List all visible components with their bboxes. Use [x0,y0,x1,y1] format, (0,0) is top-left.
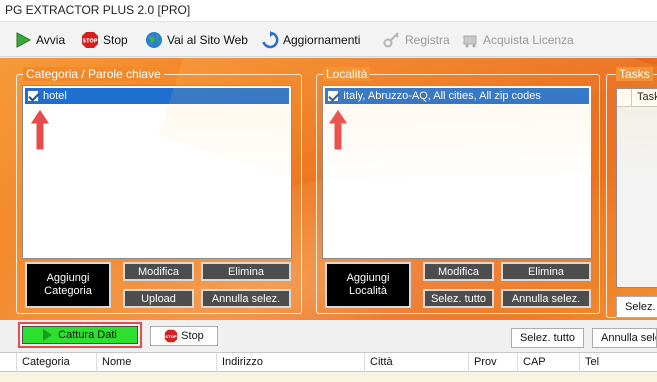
cart-icon [461,31,479,49]
elimina-categoria-button[interactable]: Elimina [201,262,291,281]
cattura-dati-label: Cattura Dati [58,329,117,341]
stop-capture-label: Stop [181,330,204,342]
tasks-list[interactable]: Task [616,88,657,288]
checkbox-checked[interactable] [327,90,339,102]
annulla-selez-localita-button[interactable]: Annulla selez. [501,289,591,308]
upload-button[interactable]: Upload [123,289,194,308]
localita-group-title: Località [323,67,371,81]
column-header[interactable]: Tel [579,353,657,373]
window-title: PG EXTRACTOR PLUS 2.0 [PRO] [0,0,657,22]
stop-sign-icon: STOP [81,31,99,49]
list-item-label: hotel [43,90,67,102]
column-header[interactable]: Città [364,353,468,373]
stop-button[interactable]: STOP Stop [81,30,128,50]
selez-tutto-button[interactable]: Selez. tutto [511,328,584,348]
modifica-localita-button[interactable]: Modifica [423,262,494,281]
selez-tutto-localita-button[interactable]: Selez. tutto [423,289,494,308]
results-grid-body[interactable] [0,372,657,382]
column-header[interactable]: Indirizzo [216,353,364,373]
aggiungi-categoria-button[interactable]: Aggiungi Categoria [25,262,111,308]
tasks-column-header[interactable]: Task [617,89,657,107]
aggiornamenti-button[interactable]: Aggiornamenti [261,30,360,50]
list-item-label: Italy, Abruzzo-AQ, All cities, All zip c… [343,90,541,102]
play-icon [43,329,53,341]
stop-sign-icon: STOP [164,329,178,343]
acquista-licenza-button[interactable]: Acquista Licenza [461,30,574,50]
column-header[interactable]: Prov [468,353,517,373]
categoria-group-title: Categoria / Parole chiave [23,67,164,81]
arrow-up-icon [327,108,349,151]
arrow-up-icon [29,108,51,151]
row-selector-header[interactable] [0,353,16,373]
toolbar: Avvia STOP Stop Vai al Sito Web Aggiorna… [0,23,657,57]
categoria-list[interactable]: hotel [22,85,292,259]
modifica-categoria-button[interactable]: Modifica [123,262,194,281]
column-header[interactable]: Nome [96,353,216,373]
column-header[interactable]: CAP [517,353,579,373]
main-panel: Categoria / Parole chiave hotel Aggiungi… [0,58,657,320]
vai-al-sito-label: Vai al Sito Web [167,33,248,47]
aggiornamenti-label: Aggiornamenti [283,33,361,47]
play-icon [14,31,32,49]
localita-list[interactable]: Italy, Abruzzo-AQ, All cities, All zip c… [322,85,592,259]
acquista-licenza-label: Acquista Licenza [483,33,574,47]
list-item[interactable]: hotel [25,88,289,104]
results-grid-header: Categoria Nome Indirizzo Città Prov CAP … [0,352,657,373]
tasks-group-title: Tasks [616,67,653,81]
globe-icon [145,31,163,49]
vai-al-sito-button[interactable]: Vai al Sito Web [145,30,248,50]
cattura-dati-button[interactable]: Cattura Dati [22,326,138,344]
column-header[interactable]: Categoria [16,353,96,373]
localita-group: Località Italy, Abruzzo-AQ, All cities, … [316,67,600,314]
annulla-selez-categoria-button[interactable]: Annulla selez. [201,289,291,308]
svg-text:STOP: STOP [83,39,98,45]
categoria-group: Categoria / Parole chiave hotel Aggiungi… [16,67,302,314]
registra-label: Registra [405,33,450,47]
refresh-icon [261,31,279,49]
list-item[interactable]: Italy, Abruzzo-AQ, All cities, All zip c… [325,88,589,104]
cattura-dati-highlight: Cattura Dati [18,322,142,348]
svg-text:STOP: STOP [165,334,177,339]
avvia-label: Avvia [36,33,66,47]
registra-button[interactable]: Registra [383,30,450,50]
checkbox-checked[interactable] [27,90,39,102]
key-icon [383,31,401,49]
avvia-button[interactable]: Avvia [14,30,65,50]
stop-capture-button[interactable]: STOP Stop [150,326,218,346]
tasks-group: Tasks Task Selez. [606,67,657,318]
elimina-localita-button[interactable]: Elimina [501,262,591,281]
tasks-selez-button[interactable]: Selez. [616,296,657,318]
action-bar: Cattura Dati STOP Stop Selez. tutto Annu… [0,320,657,352]
aggiungi-localita-button[interactable]: Aggiungi Località [325,262,411,308]
stop-label: Stop [103,33,128,47]
annulla-selez-button[interactable]: Annulla sele [592,328,657,348]
